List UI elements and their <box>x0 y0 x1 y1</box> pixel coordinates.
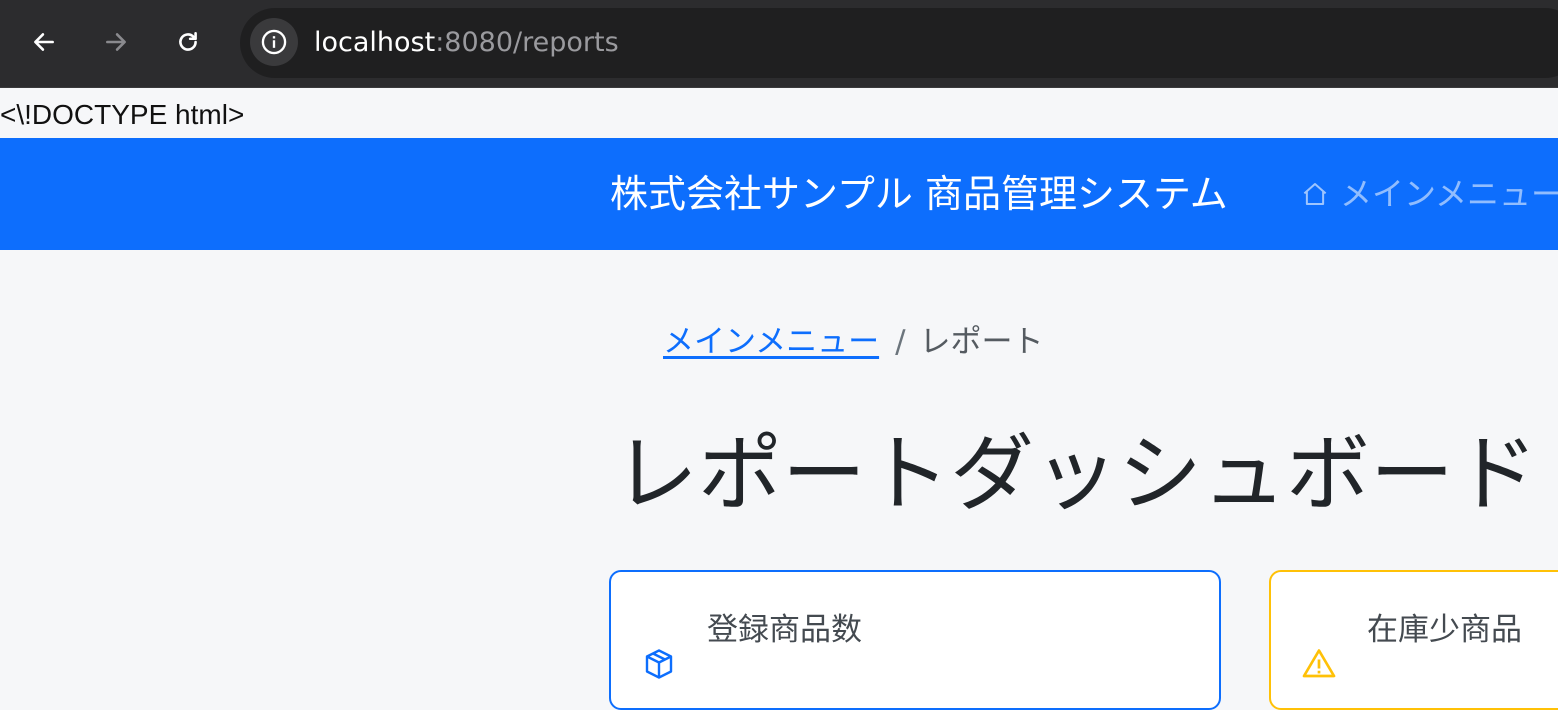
navbar-brand[interactable]: 株式会社サンプル 商品管理システム <box>610 170 1228 218</box>
arrow-left-icon <box>34 33 54 51</box>
stray-doctype-text: <\!DOCTYPE html> <box>0 99 245 130</box>
reload-button[interactable] <box>166 20 210 64</box>
main-menu-label: メインメニュー <box>1340 175 1558 213</box>
registered-products-card[interactable]: 登録商品数 <box>609 570 1221 710</box>
url-path: :8080/reports <box>435 27 619 58</box>
forward-button[interactable] <box>94 20 138 64</box>
url-host: localhost <box>314 27 436 58</box>
warning-icon <box>1301 646 1337 686</box>
page-title: レポートダッシュボード <box>614 425 1539 523</box>
breadcrumb-main-menu-link[interactable]: メインメニュー <box>663 322 879 362</box>
reload-icon <box>179 32 197 51</box>
low-stock-card[interactable]: 在庫少商品 <box>1269 570 1558 710</box>
breadcrumb-separator: / <box>895 324 906 360</box>
url-text[interactable]: localhost:8080/reports <box>314 26 619 60</box>
site-info-button[interactable] <box>250 18 298 66</box>
address-bar[interactable]: localhost:8080/reports <box>240 8 1558 78</box>
nav-main-menu-link[interactable]: メインメニュー <box>1300 173 1558 215</box>
back-button[interactable] <box>22 20 66 64</box>
app-navbar: 株式会社サンプル 商品管理システム メインメニュー <box>0 138 1558 250</box>
info-icon <box>261 29 287 55</box>
low-stock-label: 在庫少商品 <box>1367 612 1522 648</box>
breadcrumb-current: レポート <box>919 324 1044 360</box>
breadcrumb: メインメニュー / レポート <box>663 322 1044 362</box>
browser-toolbar: localhost:8080/reports <box>0 0 1558 88</box>
home-icon <box>1300 179 1330 209</box>
arrow-right-icon <box>106 33 126 51</box>
registered-products-label: 登録商品数 <box>707 612 862 648</box>
box-icon <box>641 646 677 686</box>
